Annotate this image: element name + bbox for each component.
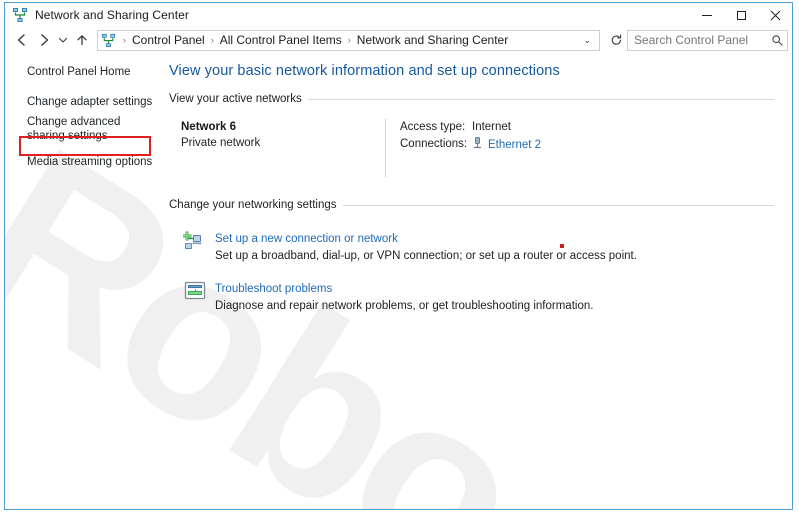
networking-settings-section-header: Change your networking settings xyxy=(169,199,774,211)
ethernet-2-link[interactable]: Ethernet 2 xyxy=(488,137,541,154)
close-button[interactable] xyxy=(758,3,792,27)
access-type-value: Internet xyxy=(472,121,511,133)
active-network-row: Network 6 Private network Access type: I… xyxy=(169,119,774,177)
search-input-placeholder[interactable]: Search Control Panel xyxy=(628,33,767,47)
task-item: Troubleshoot problems Diagnose and repai… xyxy=(169,279,774,315)
address-bar: › Control Panel › All Control Panel Item… xyxy=(5,27,792,53)
set-up-new-connection-link[interactable]: Set up a new connection or network xyxy=(215,231,398,247)
breadcrumb-item-network-and-sharing-center[interactable]: Network and Sharing Center xyxy=(355,33,510,47)
task-item: Set up a new connection or network Set u… xyxy=(169,229,774,265)
refresh-button[interactable] xyxy=(605,29,627,51)
breadcrumb-item-all-control-panel-items[interactable]: All Control Panel Items xyxy=(218,33,344,47)
page-title: View your basic network information and … xyxy=(169,63,560,79)
main-pane: View your basic network information and … xyxy=(161,53,792,509)
tasks-list: Set up a new connection or network Set u… xyxy=(169,229,774,315)
connections-label: Connections: xyxy=(400,138,468,150)
troubleshoot-problems-description: Diagnose and repair network problems, or… xyxy=(215,300,594,312)
network-type: Private network xyxy=(181,137,261,149)
section-divider xyxy=(307,98,774,100)
breadcrumb-separator: › xyxy=(123,34,126,45)
breadcrumb-separator: › xyxy=(347,34,351,45)
access-type-label: Access type: xyxy=(400,121,466,133)
window-title: Network and Sharing Center xyxy=(35,8,190,22)
breadcrumb-network-icon xyxy=(101,33,116,48)
chevron-down-icon[interactable]: ⌄ xyxy=(579,35,597,46)
sidebar-item-media-streaming-options[interactable]: Media streaming options xyxy=(5,152,161,172)
sidebar-item-control-panel-home[interactable]: Control Panel Home xyxy=(5,63,161,82)
maximize-button[interactable] xyxy=(724,3,758,27)
caption-buttons xyxy=(690,3,792,27)
task-body: Troubleshoot problems Diagnose and repai… xyxy=(215,279,774,315)
network-sharing-center-window: Network and Sharing Center › Control Pan… xyxy=(4,2,793,510)
active-networks-section-header: View your active networks xyxy=(169,93,774,105)
connections-row: Connections: Ethernet 2 xyxy=(400,136,774,155)
ethernet-adapter-icon xyxy=(472,136,483,155)
connections-value: Ethernet 2 xyxy=(472,136,541,155)
left-navigation-pane: Control Panel Home Change adapter settin… xyxy=(5,53,161,509)
section-divider xyxy=(342,204,774,206)
breadcrumb-item-control-panel[interactable]: Control Panel xyxy=(130,33,207,47)
breadcrumb-separator: › xyxy=(210,34,214,45)
minimize-button[interactable] xyxy=(690,3,724,27)
recent-locations-button[interactable] xyxy=(55,29,71,51)
network-identity: Network 6 Private network xyxy=(169,119,385,177)
network-details: Access type: Internet Connections: Ether… xyxy=(400,119,774,177)
network-sharing-icon xyxy=(12,7,28,23)
active-networks-heading: View your active networks xyxy=(169,93,302,105)
content-area: Robo.com Control Panel Home Change adapt… xyxy=(5,53,792,509)
forward-button[interactable] xyxy=(33,29,55,51)
up-button[interactable] xyxy=(71,29,93,51)
set-up-new-connection-description: Set up a broadband, dial-up, or VPN conn… xyxy=(215,250,637,262)
troubleshoot-problems-link[interactable]: Troubleshoot problems xyxy=(215,281,332,297)
search-box[interactable]: Search Control Panel xyxy=(627,29,788,51)
search-icon xyxy=(767,34,787,47)
task-body: Set up a new connection or network Set u… xyxy=(215,229,774,265)
title-bar: Network and Sharing Center xyxy=(5,3,792,27)
new-connection-icon xyxy=(182,229,207,253)
network-name: Network 6 xyxy=(181,121,236,133)
breadcrumb[interactable]: › Control Panel › All Control Panel Item… xyxy=(97,29,600,51)
access-type-row: Access type: Internet xyxy=(400,119,774,136)
networking-settings-heading: Change your networking settings xyxy=(169,199,337,211)
sidebar-item-change-advanced-sharing-settings[interactable]: Change advanced sharing settings xyxy=(5,112,161,146)
troubleshoot-icon xyxy=(183,279,207,303)
vertical-divider xyxy=(385,119,386,177)
red-marker-dot xyxy=(560,244,564,248)
sidebar-item-change-adapter-settings[interactable]: Change adapter settings xyxy=(5,92,161,112)
back-button[interactable] xyxy=(11,29,33,51)
